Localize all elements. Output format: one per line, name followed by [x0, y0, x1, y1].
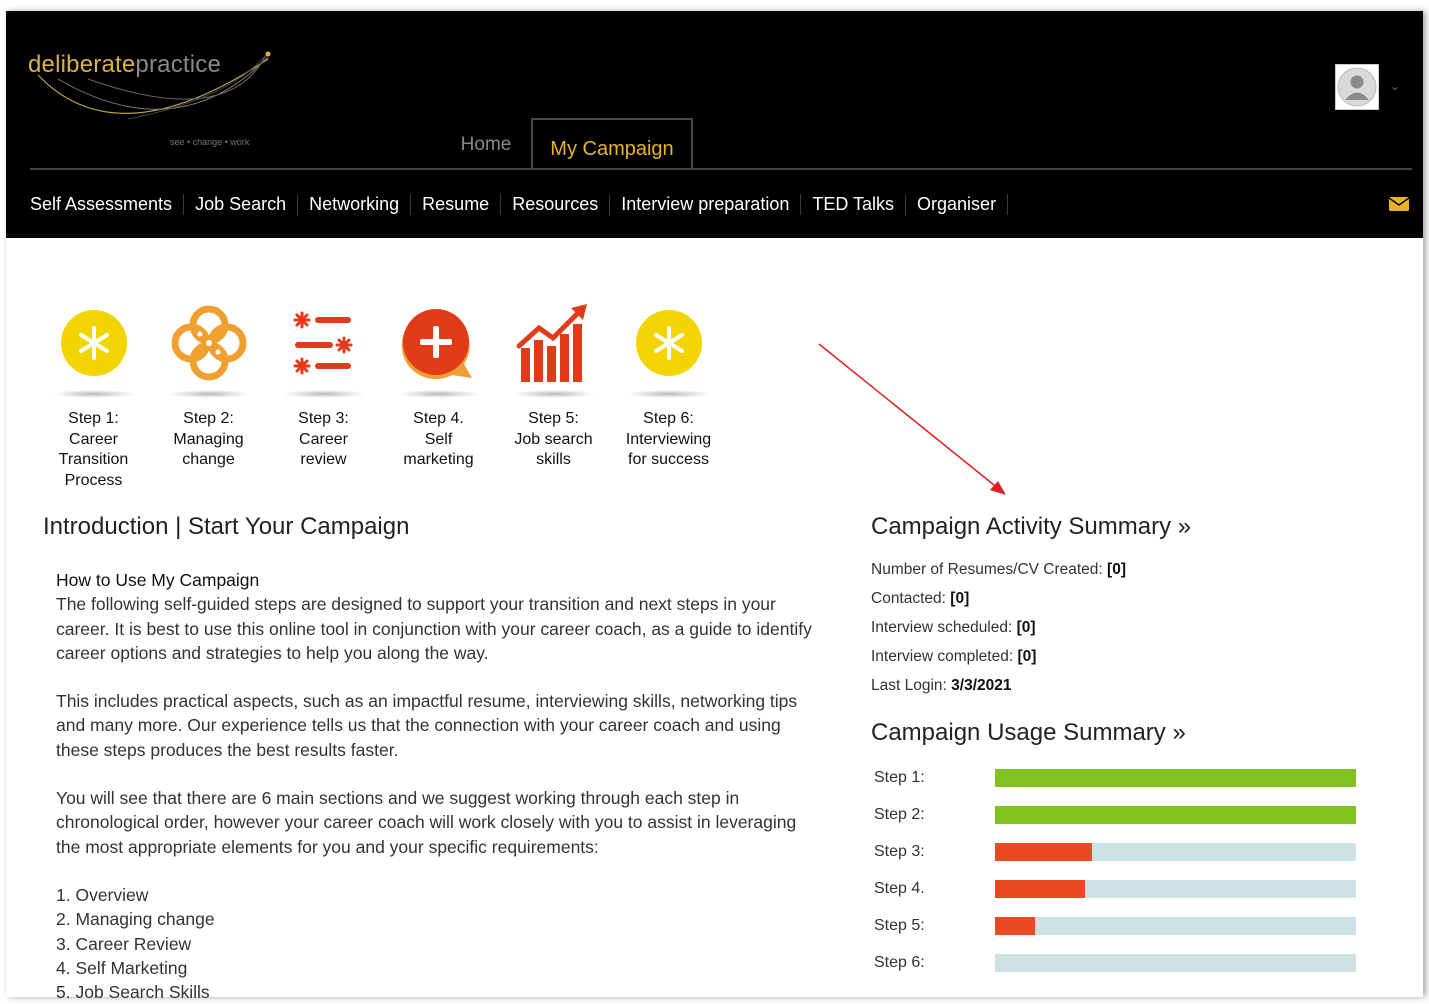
logo-tagline: see • change • work	[170, 137, 250, 147]
step-5-label: Step 5: Job search skills	[514, 410, 593, 468]
section-list: 1. Overview 2. Managing change 3. Career…	[56, 883, 816, 1004]
list-item: 1. Overview	[56, 884, 149, 905]
intro-heading: How to Use My Campaign	[56, 570, 260, 590]
progress-fill	[995, 806, 1356, 824]
progress-fill	[995, 769, 1356, 787]
step-6[interactable]: Step 6: Interviewing for success	[611, 298, 726, 491]
nav-self-assessments[interactable]: Self Assessments	[30, 193, 185, 215]
progress-fill	[995, 917, 1035, 935]
activity-row-last-login: Last Login: 3/3/2021	[871, 677, 1012, 694]
envelope-icon[interactable]	[1389, 196, 1409, 212]
progress-fill	[995, 843, 1093, 861]
step-2[interactable]: Step 2: Managing change	[151, 298, 266, 491]
activity-row-contacted: Contacted: [0]	[871, 590, 970, 607]
plus-bubble-icon	[401, 309, 472, 380]
checklist-icon	[293, 311, 352, 375]
usage-row-step-6: Step 6:	[874, 952, 1374, 974]
progress-track	[995, 954, 1356, 972]
logo-part1: deliberate	[28, 51, 136, 78]
progress-track	[995, 843, 1356, 861]
tab-home[interactable]: Home	[436, 129, 536, 169]
progress-fill	[995, 880, 1086, 898]
progress-track	[995, 806, 1356, 824]
step-4[interactable]: Step 4. Self marketing	[381, 298, 496, 491]
step-4-label: Step 4. Self marketing	[403, 410, 474, 468]
intro-paragraph-2: This includes practical aspects, such as…	[56, 691, 798, 760]
usage-summary-title[interactable]: Campaign Usage Summary »	[871, 719, 1186, 747]
links-icon	[171, 305, 246, 381]
header: deliberatepractice see • change • work H…	[6, 11, 1423, 238]
list-item: 2. Managing change	[56, 909, 215, 930]
asterisk-circle-icon	[635, 310, 702, 376]
activity-row-interview-scheduled: Interview scheduled: [0]	[871, 619, 1036, 636]
sub-navigation: Self Assessments Job Search Networking R…	[30, 191, 1009, 217]
usage-step-label: Step 1:	[874, 769, 925, 786]
usage-step-label: Step 2:	[874, 806, 925, 823]
usage-row-step-3: Step 3:	[874, 841, 1374, 863]
step-3[interactable]: Step 3: Career review	[266, 298, 381, 491]
activity-row-resumes: Number of Resumes/CV Created: [0]	[871, 561, 1126, 578]
activity-summary: Campaign Activity Summary » Number of Re…	[871, 513, 1391, 703]
intro-content: How to Use My Campaign The following sel…	[56, 568, 816, 1004]
step-1[interactable]: Step 1: Career Transition Process	[36, 298, 151, 491]
nav-resume[interactable]: Resume	[411, 193, 502, 215]
nav-ted-talks[interactable]: TED Talks	[801, 193, 907, 215]
tab-my-campaign[interactable]: My Campaign	[531, 118, 693, 170]
step-3-label: Step 3: Career review	[298, 410, 349, 468]
step-2-label: Step 2: Managing change	[173, 410, 244, 468]
user-avatar-icon[interactable]	[1335, 64, 1379, 110]
asterisk-circle-icon	[60, 310, 127, 376]
step-icons-row: Step 1: Career Transition Process Step 2: Ma…	[36, 298, 726, 491]
list-item: 3. Career Review	[56, 933, 192, 954]
intro-paragraph-3: You will see that there are 6 main secti…	[56, 788, 797, 857]
list-item: 5. Job Search Skills	[56, 982, 210, 1003]
step-6-label: Step 6: Interviewing for success	[625, 410, 712, 468]
nav-networking[interactable]: Networking	[298, 193, 412, 215]
step-5[interactable]: Step 5: Job search skills	[496, 298, 611, 491]
nav-interview-preparation[interactable]: Interview preparation	[610, 193, 802, 215]
usage-step-label: Step 3:	[874, 843, 925, 860]
nav-organiser[interactable]: Organiser	[906, 193, 1009, 215]
nav-resources[interactable]: Resources	[501, 193, 611, 215]
chevron-down-icon[interactable]: ⌄	[1390, 79, 1400, 93]
activity-row-interview-completed: Interview completed: [0]	[871, 648, 1037, 665]
usage-row-step-4: Step 4.	[874, 878, 1374, 900]
usage-row-step-1: Step 1:	[874, 767, 1374, 789]
usage-step-label: Step 4.	[874, 880, 925, 897]
progress-track	[995, 880, 1356, 898]
step-1-label: Step 1: Career Transition Process	[58, 410, 129, 489]
tab-divider	[30, 168, 1412, 170]
logo-part2: practice	[135, 51, 222, 78]
intro-title: Introduction | Start Your Campaign	[43, 513, 410, 540]
usage-step-label: Step 6:	[874, 954, 925, 971]
list-item: 4. Self Marketing	[56, 957, 188, 978]
activity-summary-title[interactable]: Campaign Activity Summary »	[871, 513, 1391, 541]
usage-row-step-5: Step 5:	[874, 915, 1374, 937]
usage-step-label: Step 5:	[874, 917, 925, 934]
growth-chart-icon	[516, 304, 587, 382]
nav-job-search[interactable]: Job Search	[184, 193, 299, 215]
logo-text[interactable]: deliberatepractice	[28, 51, 221, 79]
progress-track	[995, 917, 1356, 935]
usage-row-step-2: Step 2:	[874, 804, 1374, 826]
intro-paragraph-1: The following self-guided steps are desi…	[56, 594, 812, 663]
annotation-arrow	[818, 343, 1006, 495]
progress-track	[995, 769, 1356, 787]
app-frame: deliberatepractice see • change • work H…	[6, 11, 1423, 1002]
